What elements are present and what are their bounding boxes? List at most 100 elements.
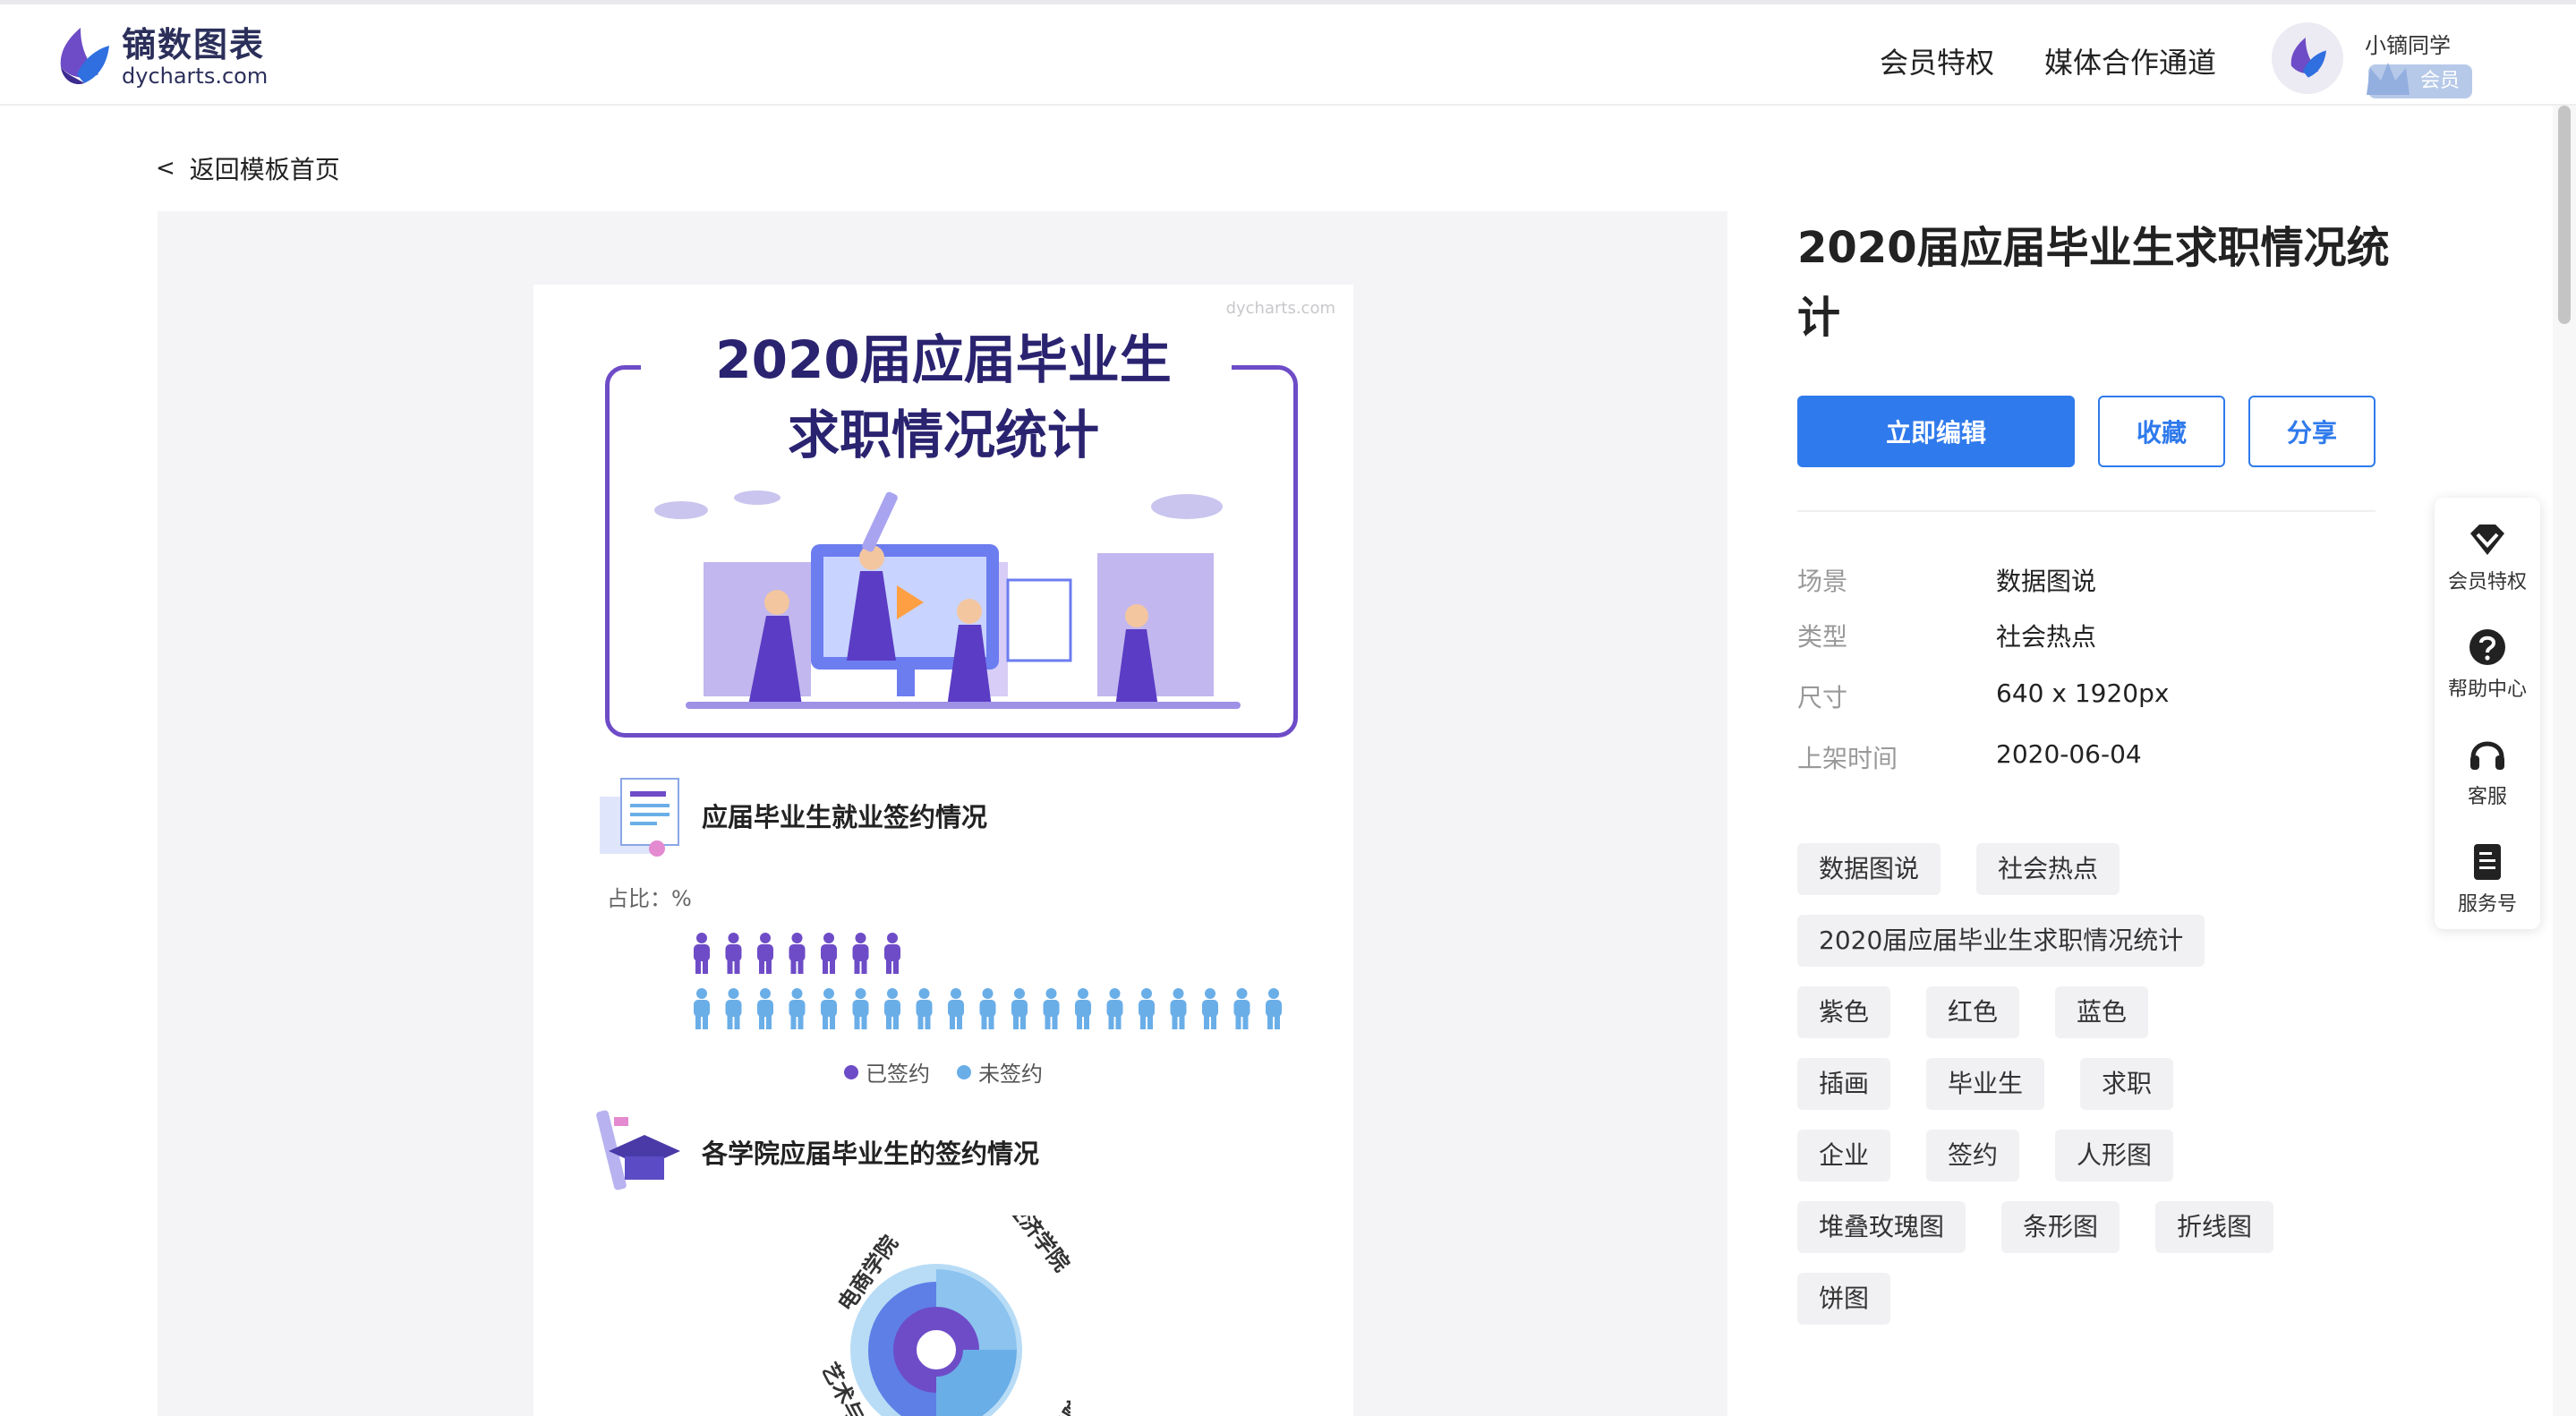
- person-icon: [1011, 988, 1028, 1029]
- tag[interactable]: 签约: [1926, 1130, 2020, 1181]
- float-label: 会员特权: [2447, 571, 2527, 593]
- meta-key: 场景: [1797, 567, 1848, 596]
- rose-label-management: 管理学院: [1027, 1394, 1070, 1416]
- tag[interactable]: 人形图: [2055, 1130, 2174, 1181]
- unsigned-people: [694, 988, 1282, 1029]
- ratio-label: 占比：%: [607, 886, 692, 911]
- meta-key: 上架时间: [1797, 744, 1898, 773]
- float-label: 帮助中心: [2447, 678, 2527, 701]
- tag[interactable]: 数据图说: [1797, 843, 1941, 895]
- person-icon: [1139, 988, 1155, 1029]
- header: 镝数图表 dycharts.com 会员特权 媒体合作通道 小镝同学 会员: [0, 4, 2576, 106]
- poster-title-line1: 2020届应届毕业生: [715, 329, 1172, 390]
- person-icon: [725, 988, 742, 1029]
- poster-title: 2020届应届毕业生 求职情况统计: [533, 322, 1353, 473]
- float-service-account[interactable]: 服务号: [2435, 841, 2540, 917]
- avatar-logo-icon: [2290, 37, 2326, 78]
- person-icon: [884, 933, 900, 974]
- diamond-icon: [2470, 525, 2504, 555]
- tag[interactable]: 插画: [1797, 1058, 1891, 1110]
- float-vip-privileges[interactable]: 会员特权: [2435, 519, 2540, 594]
- float-label: 客服: [2467, 786, 2507, 808]
- stacked-rose-chart: 电商学院 经济学院 艺术与传媒 管理学院: [816, 1216, 1070, 1416]
- floating-sidebar: 会员特权 帮助中心 客服 服务号: [2435, 498, 2540, 929]
- tag[interactable]: 毕业生: [1926, 1058, 2045, 1110]
- person-icon: [884, 988, 900, 1029]
- person-icon: [852, 933, 869, 974]
- template-preview-area: dycharts.com 2020届应届毕业生 求职情况统计 应届毕业生就业签约…: [158, 211, 1727, 1416]
- contract-icon: [600, 778, 679, 857]
- nav-media-cooperation[interactable]: 媒体合作通道: [2044, 40, 2216, 81]
- tag[interactable]: 求职: [2080, 1058, 2174, 1110]
- back-link[interactable]: < 返回模板首页: [156, 150, 340, 186]
- poster-title-line2: 求职情况统计: [787, 405, 1099, 465]
- logo-url: dycharts.com: [122, 64, 269, 89]
- share-button[interactable]: 分享: [2248, 396, 2376, 467]
- person-icon: [852, 988, 869, 1029]
- meta-value: 2020-06-04: [1996, 739, 2142, 769]
- avatar[interactable]: [2272, 22, 2343, 94]
- person-icon: [979, 988, 996, 1029]
- tag[interactable]: 条形图: [2001, 1201, 2120, 1253]
- graduation-illustration: [654, 490, 1241, 709]
- tag[interactable]: 蓝色: [2055, 986, 2149, 1038]
- question-icon: [2469, 629, 2505, 665]
- crown-icon: [2367, 63, 2410, 95]
- pictogram-legend: 已签约 未签约: [533, 1056, 1353, 1088]
- person-icon: [1043, 988, 1060, 1029]
- tag[interactable]: 折线图: [2155, 1201, 2274, 1253]
- person-icon: [1233, 988, 1250, 1029]
- nav-vip-privileges[interactable]: 会员特权: [1880, 40, 1994, 81]
- logo[interactable]: 镝数图表 dycharts.com: [54, 24, 268, 89]
- user-name[interactable]: 小镝同学: [2365, 28, 2451, 59]
- person-icon: [694, 933, 710, 974]
- graduation-cap-icon: [596, 1110, 680, 1190]
- person-icon: [757, 933, 773, 974]
- pictogram-chart: [694, 933, 1282, 1029]
- document-icon: [2474, 844, 2501, 880]
- person-icon: [948, 988, 964, 1029]
- signed-people: [694, 933, 900, 974]
- edit-now-button[interactable]: 立即编辑: [1797, 396, 2075, 467]
- legend-item-signed: 已签约: [844, 1056, 930, 1088]
- person-icon: [916, 988, 933, 1029]
- legend-label-unsigned: 未签约: [978, 1062, 1043, 1087]
- divider: [1797, 510, 2376, 512]
- person-icon: [725, 933, 742, 974]
- meta-value: 数据图说: [1996, 567, 2097, 596]
- float-help-center[interactable]: 帮助中心: [2435, 627, 2540, 702]
- logo-name: 镝数图表: [122, 24, 266, 64]
- person-icon: [1075, 988, 1091, 1029]
- tag[interactable]: 堆叠玫瑰图: [1797, 1201, 1966, 1253]
- vip-badge-label: 会员: [2419, 70, 2460, 92]
- tag[interactable]: 饼图: [1797, 1273, 1891, 1325]
- legend-dot-signed: [844, 1064, 858, 1079]
- tag[interactable]: 企业: [1797, 1130, 1891, 1181]
- tag[interactable]: 社会热点: [1976, 843, 2120, 895]
- meta-key: 尺寸: [1797, 683, 1848, 712]
- chevron-left-icon: <: [156, 155, 175, 182]
- meta-value: 社会热点: [1996, 622, 2097, 652]
- person-icon: [789, 933, 806, 974]
- watermark: dycharts.com: [1225, 299, 1335, 318]
- rose-label-economics: 经济学院: [1002, 1216, 1070, 1276]
- template-poster[interactable]: dycharts.com 2020届应届毕业生 求职情况统计 应届毕业生就业签约…: [533, 285, 1353, 1416]
- person-icon: [1106, 988, 1123, 1029]
- person-icon: [821, 988, 837, 1029]
- tag[interactable]: 紫色: [1797, 986, 1891, 1038]
- legend-label-signed: 已签约: [866, 1062, 930, 1087]
- meta-key: 类型: [1797, 622, 1848, 652]
- float-customer-service[interactable]: 客服: [2435, 734, 2540, 809]
- scrollbar-thumb[interactable]: [2558, 106, 2571, 324]
- tag[interactable]: 红色: [1926, 986, 2020, 1038]
- favorite-button[interactable]: 收藏: [2098, 396, 2225, 467]
- tag[interactable]: 2020届应届毕业生求职情况统计: [1797, 915, 2205, 967]
- legend-item-unsigned: 未签约: [957, 1056, 1043, 1088]
- meta-value: 640 x 1920px: [1996, 678, 2170, 708]
- person-icon: [1170, 988, 1187, 1029]
- float-label: 服务号: [2457, 893, 2517, 916]
- section2-title: 各学院应届毕业生的签约情况: [702, 1139, 1040, 1169]
- headset-icon: [2470, 741, 2504, 770]
- legend-dot-unsigned: [957, 1064, 971, 1079]
- person-icon: [694, 988, 710, 1029]
